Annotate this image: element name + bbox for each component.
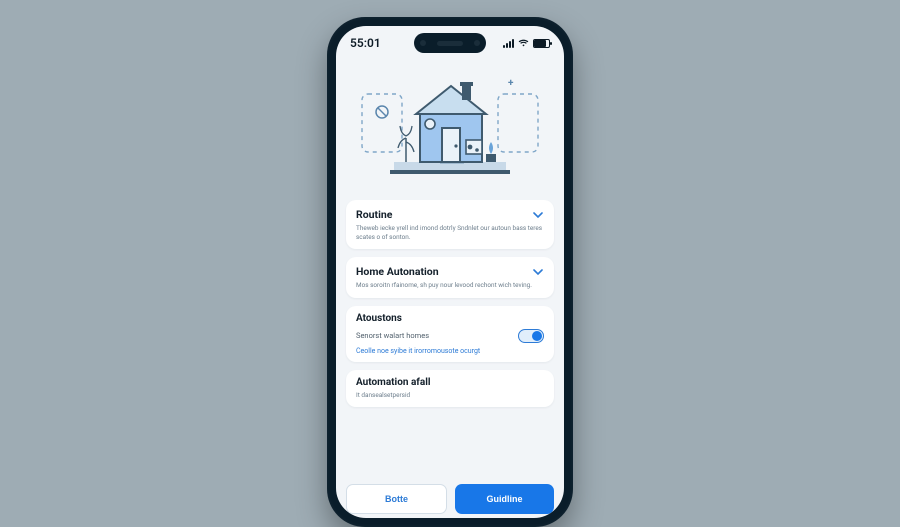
card-atoustons: Atoustons Senorst walart homes Ceolle no…: [346, 306, 554, 362]
chevron-down-icon: [532, 209, 544, 221]
wifi-icon: [518, 39, 529, 47]
status-indicators: [503, 39, 550, 48]
card-description: Mos soroitn rfainome, sh puy nour levood…: [356, 281, 544, 290]
card-description: It dansealsetpersid: [356, 391, 544, 400]
card-automation-afall[interactable]: Automation afall It dansealsetpersid: [346, 370, 554, 407]
card-home-automation[interactable]: Home Autonation Mos soroitn rfainome, sh…: [346, 257, 554, 298]
svg-text:+: +: [508, 78, 514, 89]
toggle-switch[interactable]: [518, 329, 544, 343]
content-area: Routine Theweb iecke yrell ind imond dot…: [336, 200, 564, 478]
card-title: Atoustons: [356, 313, 402, 324]
primary-button[interactable]: Guidline: [455, 484, 554, 514]
card-title: Automation afall: [356, 377, 431, 388]
signal-icon: [503, 39, 514, 48]
battery-icon: [533, 39, 550, 48]
toggle-label: Senorst walart homes: [356, 331, 429, 340]
secondary-button[interactable]: Botte: [346, 484, 447, 514]
card-title: Routine: [356, 208, 392, 221]
phone-frame: 55:01 +: [327, 17, 573, 527]
card-description: Theweb iecke yrell ind imond dotrly Sndn…: [356, 224, 544, 241]
dynamic-island: [414, 33, 486, 53]
screen: 55:01 +: [336, 26, 564, 518]
card-title: Home Autonation: [356, 265, 439, 278]
footer-actions: Botte Guidline: [336, 478, 564, 518]
status-time: 55:01: [350, 36, 381, 50]
hero-illustration: +: [336, 60, 564, 200]
card-routine[interactable]: Routine Theweb iecke yrell ind imond dot…: [346, 200, 554, 249]
help-link[interactable]: Ceolle noe syibe it irorromousote ocurgt: [356, 347, 544, 355]
chevron-down-icon: [532, 266, 544, 278]
